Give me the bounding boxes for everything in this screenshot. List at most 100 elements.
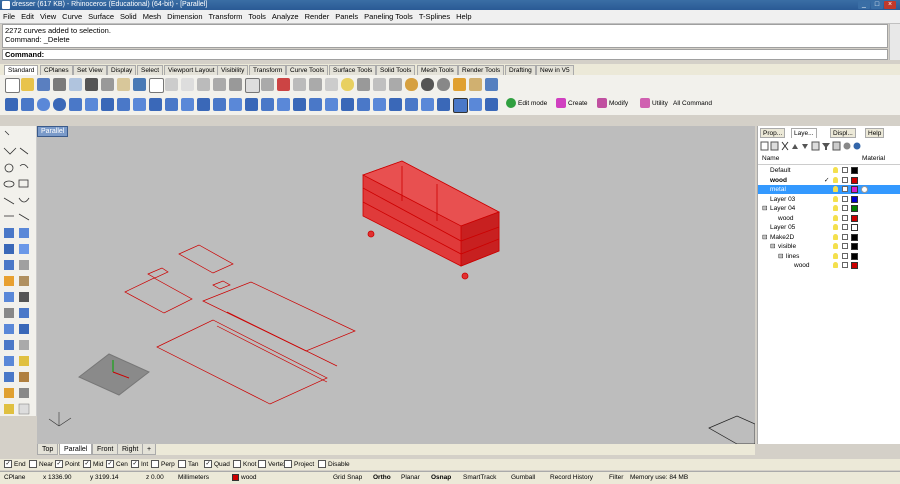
layer-row[interactable]: ⊟ Make2D [758,233,900,242]
layer-color-swatch[interactable] [851,195,858,203]
visibility-bulb-icon[interactable] [833,214,838,221]
rail-sweep-icon[interactable] [197,98,210,111]
viewport-parallel[interactable] [37,126,755,444]
ortho-toggle[interactable]: Ortho [373,472,391,484]
menu-paneling-tools[interactable]: Paneling Tools [361,10,416,23]
pan-icon[interactable] [149,78,164,93]
rotate-view-icon[interactable] [165,78,178,91]
lock-icon[interactable] [842,167,848,173]
osnap-checkbox[interactable]: ✓ [106,460,114,469]
lock-icon[interactable] [842,186,848,192]
match-icon[interactable] [421,98,434,111]
layer-color-swatch[interactable] [851,186,858,193]
osnap-checkbox[interactable]: ✓ [131,460,139,469]
layer-row[interactable]: Layer 03 [758,195,900,204]
maximize-button[interactable]: □ [871,1,883,9]
layer-color-swatch[interactable] [851,262,858,269]
new-file-icon[interactable] [5,78,20,93]
tab-render-tools[interactable]: Render Tools [458,65,505,75]
osnap-tan[interactable]: Tan [178,459,198,470]
open-file-icon[interactable] [21,78,34,91]
viewport-icon[interactable] [261,78,274,91]
tab-curve-tools[interactable]: Curve Tools [286,65,329,75]
osnap-checkbox[interactable]: ✓ [83,460,91,469]
layer-row[interactable]: Default [758,166,900,175]
layer-row[interactable]: wood [758,261,900,270]
extrude-icon[interactable] [133,98,146,111]
units[interactable]: Millimeters [178,472,209,484]
visibility-bulb-icon[interactable] [833,224,838,230]
weld-icon[interactable] [245,98,258,111]
visibility-bulb-icon[interactable] [833,205,838,211]
cut-icon[interactable] [85,78,98,91]
tab-layers[interactable]: Laye... [791,128,817,138]
tab-transform[interactable]: Transform [249,65,287,75]
undo-icon[interactable] [133,78,146,91]
layer-icon[interactable] [373,78,386,91]
lock-icon[interactable] [842,214,848,221]
quad-icon[interactable] [117,98,130,111]
tab-mesh-tools[interactable]: Mesh Tools [417,65,458,75]
create-button[interactable]: Create [556,97,588,111]
layer-color-swatch[interactable] [851,243,858,250]
box-icon[interactable] [5,98,18,111]
osnap-disable[interactable]: Disable [318,459,350,470]
material-icon[interactable] [861,186,868,193]
osnap-toggle[interactable]: Osnap [431,472,451,484]
osnap-cen[interactable]: ✓ Cen [106,459,128,470]
save-icon[interactable] [37,78,50,91]
cplane-icon[interactable] [293,78,306,91]
zoom-selected-icon[interactable] [229,78,242,91]
osnap-checkbox[interactable] [151,460,159,469]
osnap-checkbox[interactable]: ✓ [4,460,12,469]
tab-top[interactable]: Top [37,444,59,455]
symmetry-icon[interactable] [373,98,386,111]
layer-row[interactable]: ⊟ lines [758,252,900,261]
osnap-checkbox[interactable] [233,460,241,469]
viewport-title[interactable]: Parallel [37,126,69,137]
copy-icon[interactable] [101,78,114,91]
mirror-icon[interactable] [357,98,370,111]
expand-toggle-icon[interactable]: ⊟ [778,252,783,261]
record-history-toggle[interactable]: Record History [550,472,593,484]
osnap-checkbox[interactable]: ✓ [55,460,63,469]
environment-icon[interactable] [453,78,466,91]
menu-render[interactable]: Render [302,10,333,23]
tab-visibility[interactable]: Visibility [217,65,249,75]
plane-icon[interactable] [85,98,98,111]
visibility-bulb-icon[interactable] [833,252,838,259]
osnap-checkbox[interactable] [284,460,292,469]
fill-hole-icon[interactable] [277,98,290,111]
osnap-vertex[interactable]: Vertex [258,459,286,470]
torus-icon[interactable] [53,98,66,111]
bridge-icon[interactable] [261,98,274,111]
lock-icon[interactable] [842,224,848,230]
osnap-project[interactable]: Project [284,459,314,470]
light-icon[interactable] [341,78,354,91]
tab-front[interactable]: Front [92,444,119,455]
tab-new-in-v5[interactable]: New in V5 [536,65,574,75]
display-icon[interactable] [309,78,322,91]
smarttrack-toggle[interactable]: SmartTrack [463,472,496,484]
print-icon[interactable] [53,78,66,91]
visibility-bulb-icon[interactable] [833,186,838,192]
help-icon[interactable] [485,78,498,91]
grid-snap-toggle[interactable]: Grid Snap [333,472,362,484]
layer-color-swatch[interactable] [851,205,858,212]
osnap-near[interactable]: Near [29,459,53,470]
insert-edge-icon[interactable] [293,98,306,111]
lock-icon[interactable] [842,233,848,240]
render-preview-icon[interactable] [405,78,418,91]
hide-icon[interactable] [325,78,338,91]
tab-select[interactable]: Select [137,65,164,75]
grid-select-icon[interactable] [453,98,468,113]
convert-icon[interactable] [405,98,418,111]
expand-toggle-icon[interactable]: ⊟ [770,242,775,251]
loft-icon[interactable] [181,98,194,111]
viewport-canvas[interactable] [37,126,755,444]
lock-icon[interactable] [842,262,848,268]
osnap-quad[interactable]: ✓ Quad [204,459,230,470]
insert-point-icon[interactable] [309,98,322,111]
zoom-icon[interactable] [181,78,194,91]
lock-icon[interactable] [842,176,848,183]
